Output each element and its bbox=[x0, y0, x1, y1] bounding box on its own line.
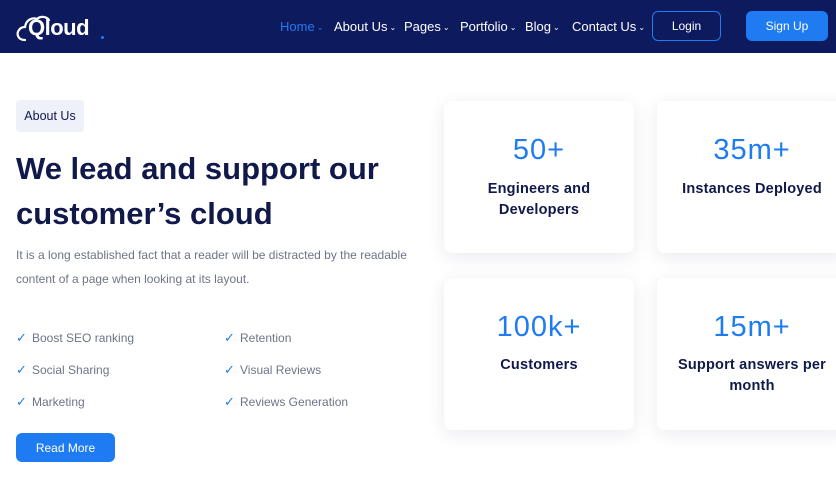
feature-label: Boost SEO ranking bbox=[32, 331, 135, 345]
nav-contact-us[interactable]: Contact Us ⌄ bbox=[572, 18, 645, 34]
nav-label: About Us bbox=[334, 18, 388, 34]
chevron-down-icon: ⌄ bbox=[553, 22, 560, 32]
chevron-down-icon: ⌄ bbox=[316, 22, 324, 32]
section-title: We lead and support our customer’s cloud bbox=[16, 146, 416, 236]
top-navbar: Qloud Home ⌄ About Us ⌄ Pages ⌄ Portfolio ⌄ … bbox=[0, 0, 836, 53]
sign-up-button[interactable]: Sign Up bbox=[746, 11, 828, 41]
stat-value: 50+ bbox=[512, 134, 566, 166]
stat-value: 15m+ bbox=[713, 311, 791, 343]
stat-card-customers: 100k+ Customers bbox=[444, 278, 634, 430]
login-button[interactable]: Login bbox=[652, 11, 721, 41]
stat-card-support: 15m+ Support answers per month bbox=[657, 278, 836, 430]
chevron-down-icon: ⌄ bbox=[442, 22, 450, 32]
stat-value: 35m+ bbox=[713, 134, 791, 166]
feature-item: ✓ Visual Reviews bbox=[224, 362, 321, 378]
feature-item: ✓ Reviews Generation bbox=[224, 394, 348, 410]
nav-label: Home bbox=[280, 18, 315, 34]
check-icon: ✓ bbox=[224, 330, 235, 345]
logo-dot bbox=[101, 36, 104, 39]
nav-about-us[interactable]: About Us ⌄ bbox=[334, 18, 396, 34]
stat-label: Customers bbox=[444, 355, 634, 376]
feature-item: ✓ Boost SEO ranking bbox=[16, 330, 134, 346]
nav-blog[interactable]: Blog ⌄ bbox=[525, 18, 560, 34]
nav-label: Blog bbox=[525, 18, 552, 34]
feature-item: ✓ Social Sharing bbox=[16, 362, 109, 378]
feature-label: Marketing bbox=[32, 395, 85, 409]
stat-label-line-1: Instances Deployed bbox=[682, 181, 822, 197]
about-us-badge: About Us bbox=[16, 100, 84, 132]
stat-label-line-1: Customers bbox=[500, 357, 578, 373]
feature-label: Social Sharing bbox=[32, 363, 110, 377]
stat-label: Instances Deployed bbox=[657, 179, 836, 200]
feature-label: Visual Reviews bbox=[240, 363, 322, 377]
check-icon: ✓ bbox=[16, 362, 27, 377]
qloud-logo[interactable]: Qloud bbox=[15, 11, 104, 43]
stat-label: Engineers and Developers bbox=[444, 179, 634, 221]
read-more-button[interactable]: Read More bbox=[16, 433, 115, 462]
nav-home[interactable]: Home ⌄ bbox=[280, 18, 323, 34]
stat-label-line-2: month bbox=[729, 378, 775, 394]
check-icon: ✓ bbox=[224, 394, 235, 409]
stat-value: 100k+ bbox=[496, 311, 582, 343]
stat-card-engineers: 50+ Engineers and Developers bbox=[444, 101, 634, 253]
section-description: It is a long established fact that a rea… bbox=[16, 243, 416, 291]
feature-item: ✓ Retention bbox=[224, 330, 291, 346]
chevron-down-icon: ⌄ bbox=[509, 22, 517, 32]
description-line-1: It is a long established fact that a rea… bbox=[16, 248, 407, 262]
stat-label: Support answers per month bbox=[657, 355, 836, 397]
stat-card-instances: 35m+ Instances Deployed bbox=[657, 101, 836, 253]
check-icon: ✓ bbox=[16, 394, 27, 409]
nav-pages[interactable]: Pages ⌄ bbox=[404, 18, 450, 34]
stat-label-line-1: Engineers and bbox=[487, 181, 591, 197]
check-icon: ✓ bbox=[16, 330, 27, 345]
feature-label: Retention bbox=[240, 331, 292, 345]
section-title-line-1: We lead and support our bbox=[16, 151, 379, 186]
nav-label: Portfolio bbox=[460, 18, 508, 34]
feature-label: Reviews Generation bbox=[240, 395, 349, 409]
description-line-2: content of a page when looking at its la… bbox=[16, 272, 250, 286]
nav-label: Pages bbox=[404, 18, 441, 34]
nav-label: Contact Us bbox=[572, 18, 637, 34]
nav-portfolio[interactable]: Portfolio ⌄ bbox=[460, 18, 516, 34]
section-title-line-2: customer’s cloud bbox=[16, 196, 273, 231]
feature-item: ✓ Marketing bbox=[16, 394, 85, 410]
stat-label-line-1: Support answers per bbox=[677, 357, 827, 373]
check-icon: ✓ bbox=[224, 362, 235, 377]
logo-text: Qloud bbox=[28, 15, 90, 40]
chevron-down-icon: ⌄ bbox=[638, 22, 646, 32]
stat-label-line-2: Developers bbox=[498, 202, 580, 218]
chevron-down-icon: ⌄ bbox=[389, 22, 397, 32]
